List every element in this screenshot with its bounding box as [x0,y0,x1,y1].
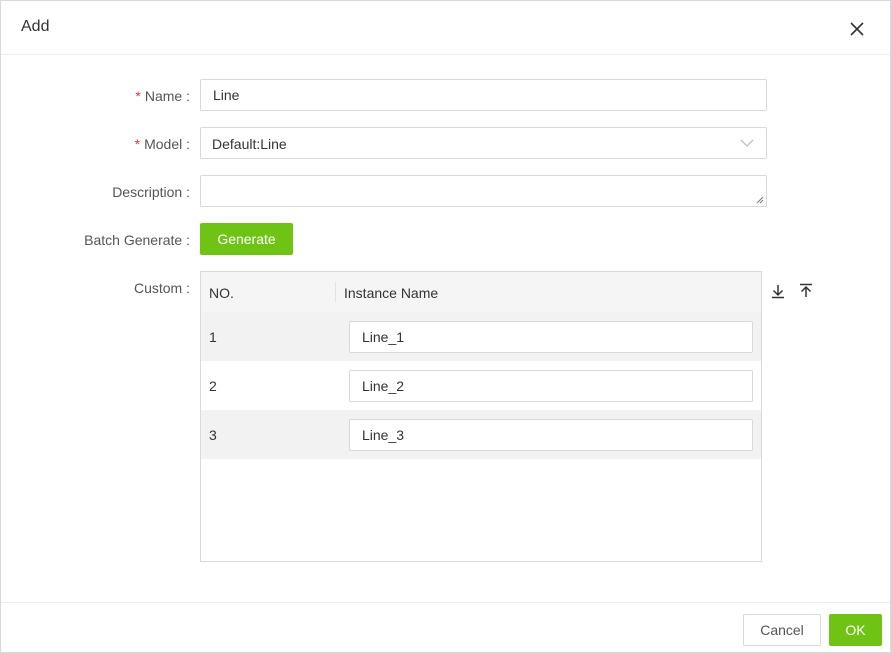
description-textarea[interactable] [200,175,767,207]
model-label: * Model : [134,136,190,152]
row-number: 1 [209,329,217,345]
instance-table: NO. Instance Name 1 2 3 [200,271,762,562]
model-select[interactable]: Default:Line [200,127,767,159]
instance-name-input[interactable] [349,370,753,402]
column-header-no: NO. [209,285,234,301]
custom-label: Custom : [133,280,190,296]
dialog-footer: Cancel OK [1,602,890,652]
instance-name-input[interactable] [349,419,753,451]
instance-name-input[interactable] [349,321,753,353]
dialog-title: Add [21,18,50,35]
resize-handle-icon[interactable] [756,196,764,204]
row-number: 2 [209,378,217,394]
dialog-header: Add [1,1,890,55]
name-input[interactable] [200,79,767,111]
required-mark: * [135,88,141,104]
table-row: 1 [201,312,761,361]
ok-button[interactable]: OK [829,614,882,646]
batch-generate-label: Batch Generate : [84,232,190,248]
name-label: * Name : [135,88,190,104]
column-header-instance-name: Instance Name [344,285,439,301]
generate-button[interactable]: Generate [200,223,293,255]
table-row: 2 [201,361,761,410]
close-icon[interactable] [847,19,867,39]
cancel-button[interactable]: Cancel [743,614,821,646]
table-row: 3 [201,410,761,459]
download-icon[interactable] [770,283,786,299]
chevron-down-icon [740,139,754,147]
model-select-value: Default:Line [212,136,287,152]
row-number: 3 [209,427,217,443]
required-mark: * [134,136,141,152]
table-header: NO. Instance Name [201,272,761,312]
add-dialog: Add *Name : *Model : Default:Line Descri… [0,0,891,653]
upload-icon[interactable] [798,283,814,299]
column-divider [335,282,336,302]
description-label: Description : [112,184,190,200]
